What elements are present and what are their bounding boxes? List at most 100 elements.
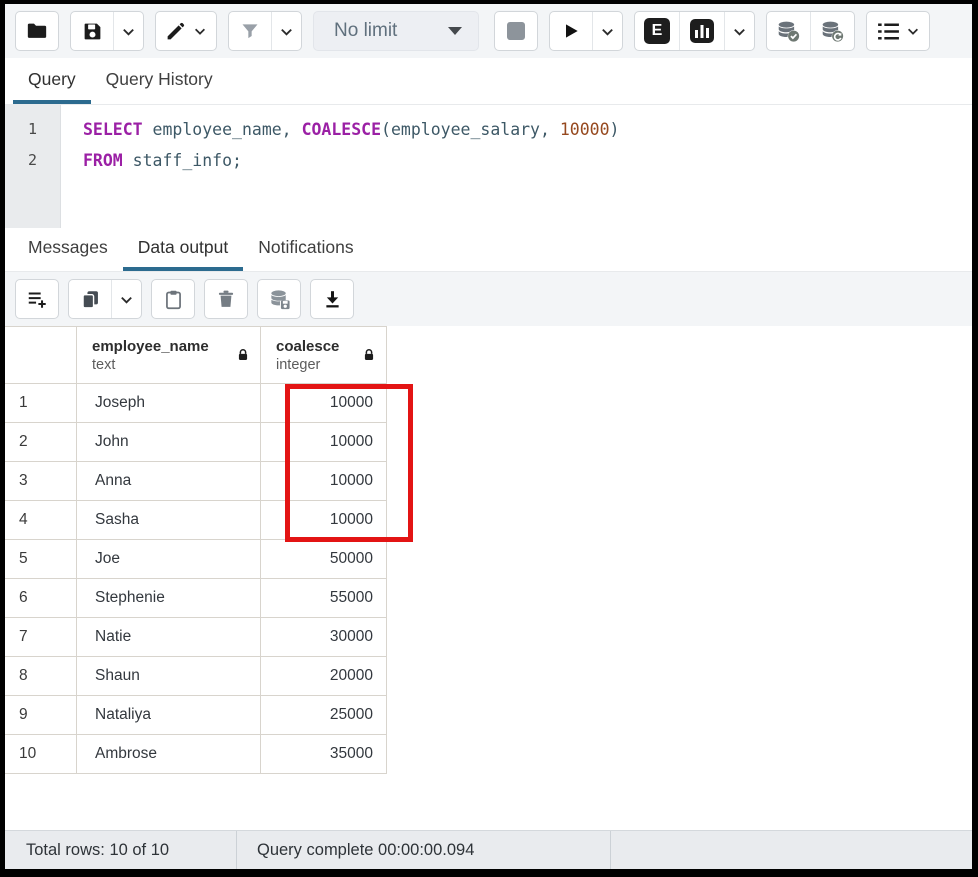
sql-editor[interactable]: 12 SELECT employee_name, COALESCE(employ…: [5, 105, 972, 228]
row-number-cell[interactable]: 8: [5, 657, 77, 696]
name-cell[interactable]: Joe: [77, 540, 261, 579]
rollback-button[interactable]: [810, 12, 854, 50]
table-row[interactable]: 1Joseph10000: [5, 384, 387, 423]
chevron-down-icon: [732, 24, 747, 39]
name-cell[interactable]: Shaun: [77, 657, 261, 696]
value-cell[interactable]: 10000: [261, 501, 387, 540]
value-cell[interactable]: 55000: [261, 579, 387, 618]
save-menu-button[interactable]: [113, 12, 143, 50]
column-name: employee_name: [92, 337, 209, 356]
editor-code[interactable]: SELECT employee_name, COALESCE(employee_…: [61, 105, 972, 228]
row-number-cell[interactable]: 7: [5, 618, 77, 657]
tab-notifications-label: Notifications: [258, 237, 353, 258]
value-cell[interactable]: 10000: [261, 384, 387, 423]
output-tabbar: Messages Data output Notifications: [5, 228, 972, 272]
row-number-cell[interactable]: 2: [5, 423, 77, 462]
play-icon: [561, 21, 581, 41]
value-cell[interactable]: 10000: [261, 423, 387, 462]
row-number-cell[interactable]: 4: [5, 501, 77, 540]
name-cell[interactable]: Natie: [77, 618, 261, 657]
row-number-cell[interactable]: 5: [5, 540, 77, 579]
cancel-query-button[interactable]: [495, 12, 537, 50]
chevron-down-icon: [906, 24, 920, 38]
macro-list-icon: [876, 19, 901, 44]
row-number-cell[interactable]: 10: [5, 735, 77, 774]
code-line[interactable]: FROM staff_info;: [83, 145, 972, 176]
value-cell[interactable]: 50000: [261, 540, 387, 579]
commit-button[interactable]: [767, 12, 810, 50]
row-number-cell[interactable]: 9: [5, 696, 77, 735]
save-data-changes-button[interactable]: [258, 280, 300, 318]
value-cell[interactable]: 35000: [261, 735, 387, 774]
chevron-down-icon: [448, 27, 462, 35]
tab-query-label: Query: [28, 69, 76, 90]
total-rows-status: Total rows: 10 of 10: [5, 831, 237, 869]
open-file-button[interactable]: [16, 12, 58, 50]
explain-button[interactable]: E: [635, 12, 679, 50]
table-row[interactable]: 6Stephenie55000: [5, 579, 387, 618]
save-button[interactable]: [71, 12, 113, 50]
filter-button[interactable]: [229, 12, 271, 50]
code-line[interactable]: SELECT employee_name, COALESCE(employee_…: [83, 114, 972, 145]
table-row[interactable]: 9Nataliya25000: [5, 696, 387, 735]
column-header-employee-name[interactable]: employee_name text: [77, 327, 261, 384]
tab-data-output-label: Data output: [138, 237, 228, 258]
name-cell[interactable]: Stephenie: [77, 579, 261, 618]
name-cell[interactable]: Nataliya: [77, 696, 261, 735]
explain-menu-button[interactable]: [724, 12, 754, 50]
chevron-down-icon: [193, 24, 207, 38]
row-number-cell[interactable]: 1: [5, 384, 77, 423]
row-limit-select[interactable]: No limit: [313, 11, 479, 51]
table-row[interactable]: 3Anna10000: [5, 462, 387, 501]
macros-button[interactable]: [867, 12, 929, 50]
name-cell[interactable]: Sasha: [77, 501, 261, 540]
column-type: integer: [276, 356, 339, 374]
table-row[interactable]: 10Ambrose35000: [5, 735, 387, 774]
name-cell[interactable]: Anna: [77, 462, 261, 501]
filter-menu-button[interactable]: [271, 12, 301, 50]
name-cell[interactable]: John: [77, 423, 261, 462]
paste-button[interactable]: [152, 280, 194, 318]
query-complete-status: Query complete 00:00:00.094: [237, 831, 611, 869]
download-button[interactable]: [311, 280, 353, 318]
copy-button[interactable]: [69, 280, 111, 318]
tab-data-output[interactable]: Data output: [123, 228, 243, 271]
value-cell[interactable]: 10000: [261, 462, 387, 501]
row-number-cell[interactable]: 3: [5, 462, 77, 501]
value-cell[interactable]: 20000: [261, 657, 387, 696]
total-rows-text: Total rows: 10 of 10: [26, 841, 169, 860]
table-row[interactable]: 4Sasha10000: [5, 501, 387, 540]
name-cell[interactable]: Joseph: [77, 384, 261, 423]
status-bar: Total rows: 10 of 10 Query complete 00:0…: [5, 830, 972, 869]
tab-query-history[interactable]: Query History: [91, 58, 228, 104]
add-row-button[interactable]: [16, 280, 58, 318]
chevron-down-icon: [600, 24, 615, 39]
editor-gutter: 12: [5, 105, 61, 228]
table-row[interactable]: 2John10000: [5, 423, 387, 462]
table-row[interactable]: 5Joe50000: [5, 540, 387, 579]
table-row[interactable]: 7Natie30000: [5, 618, 387, 657]
tab-query[interactable]: Query: [13, 58, 91, 104]
delete-row-button[interactable]: [205, 280, 247, 318]
paste-icon: [163, 289, 184, 310]
table-row[interactable]: 8Shaun20000: [5, 657, 387, 696]
execute-menu-button[interactable]: [592, 12, 622, 50]
tab-messages-label: Messages: [28, 237, 108, 258]
edit-button[interactable]: [156, 12, 216, 50]
rollback-icon: [820, 19, 845, 44]
row-limit-value: No limit: [334, 20, 397, 42]
value-cell[interactable]: 25000: [261, 696, 387, 735]
explain-analyze-button[interactable]: [679, 12, 724, 50]
value-cell[interactable]: 30000: [261, 618, 387, 657]
line-number: 1: [5, 114, 60, 145]
copy-menu-button[interactable]: [111, 280, 141, 318]
column-header-coalesce[interactable]: coalesce integer: [261, 327, 387, 384]
save-data-icon: [268, 288, 291, 311]
tab-messages[interactable]: Messages: [13, 228, 123, 271]
save-icon: [82, 21, 103, 42]
column-name: coalesce: [276, 337, 339, 356]
tab-notifications[interactable]: Notifications: [243, 228, 368, 271]
execute-button[interactable]: [550, 12, 592, 50]
name-cell[interactable]: Ambrose: [77, 735, 261, 774]
row-number-cell[interactable]: 6: [5, 579, 77, 618]
